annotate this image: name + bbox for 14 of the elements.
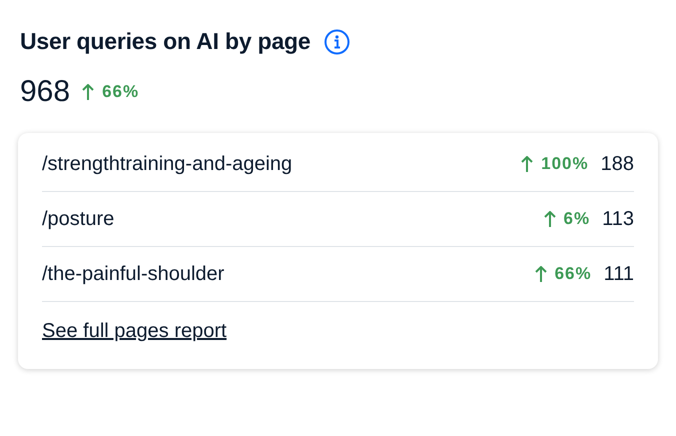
change-percent: 6%	[564, 209, 590, 229]
change-percent: 66%	[102, 82, 140, 102]
query-count: 111	[604, 262, 634, 286]
query-count: 113	[602, 208, 634, 230]
page-path: /strengthtraining-and-ageing	[42, 152, 292, 176]
change-percent: 100%	[541, 154, 589, 174]
full-report-link[interactable]: See full pages report	[42, 320, 227, 343]
widget-title: User queries on AI by page	[20, 28, 310, 55]
page-path: /the-painful-shoulder	[42, 262, 224, 286]
page-path: /posture	[42, 208, 114, 230]
total-count: 968	[20, 75, 70, 109]
query-count: 188	[600, 152, 634, 176]
info-icon[interactable]	[324, 28, 350, 54]
change-percent: 66%	[554, 264, 592, 284]
